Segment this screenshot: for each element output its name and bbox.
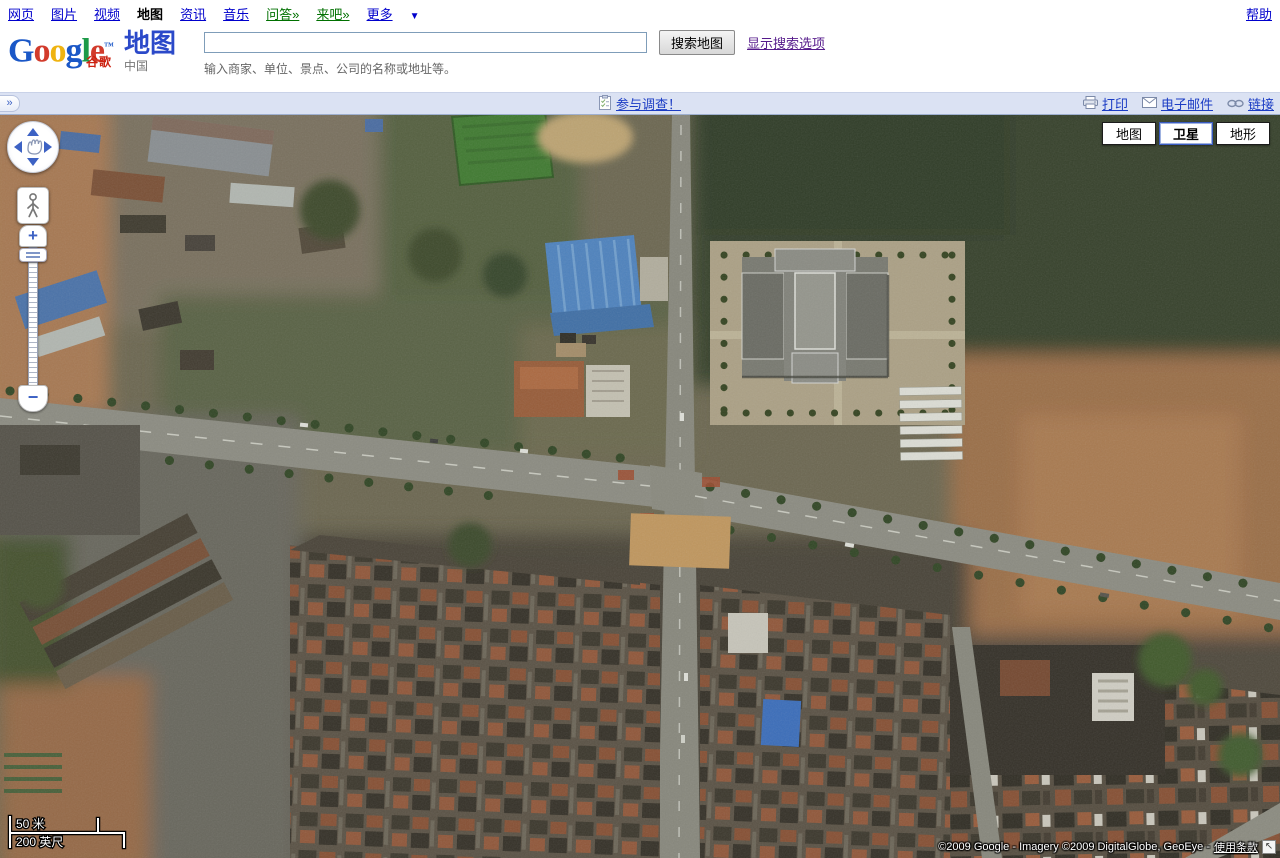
- search-input[interactable]: [204, 32, 647, 53]
- terms-of-use-link[interactable]: 使用条款: [1214, 839, 1258, 855]
- scale-imperial-label: 200 英尺: [16, 835, 63, 849]
- pan-control[interactable]: [7, 121, 59, 173]
- pan-up-arrow-icon: [27, 128, 39, 136]
- pan-down-arrow-icon: [27, 158, 39, 166]
- street-view-person-icon: [23, 192, 43, 220]
- pan-left-arrow-icon: [14, 141, 22, 153]
- zoom-out-button[interactable]: −: [18, 385, 48, 412]
- show-search-options-link[interactable]: 显示搜索选项: [747, 33, 825, 52]
- search-hint-text: 输入商家、单位、景点、公司的名称或地址等。: [204, 60, 825, 77]
- nav-link-news[interactable]: 资讯: [180, 4, 206, 23]
- map-type-switcher: 地图 卫星 地形: [1102, 122, 1270, 145]
- corner-arrow-icon[interactable]: ↖: [1262, 840, 1276, 854]
- map-viewport[interactable]: 地图 卫星 地形 + −: [0, 115, 1280, 858]
- zoom-in-button[interactable]: +: [19, 225, 47, 247]
- zoom-slider-thumb[interactable]: [19, 248, 47, 262]
- zoom-slider-track[interactable]: [28, 247, 38, 387]
- print-link[interactable]: 打印: [1083, 94, 1128, 113]
- copyright-text: ©2009 Google - Imagery ©2009 DigitalGlob…: [938, 841, 1210, 853]
- nav-link-web[interactable]: 网页: [8, 4, 34, 23]
- nav-link-laiba[interactable]: 来吧»: [316, 4, 349, 23]
- nav-link-more[interactable]: 更多: [367, 4, 393, 23]
- map-type-satellite-button[interactable]: 卫星: [1159, 122, 1213, 145]
- map-toolbar: » 参与调查！ 打印 电子邮件 链接: [0, 92, 1280, 115]
- map-type-terrain-button[interactable]: 地形: [1216, 122, 1270, 145]
- logo-cn-label: 谷歌: [86, 45, 112, 79]
- nav-link-music[interactable]: 音乐: [223, 4, 249, 23]
- nav-link-images[interactable]: 图片: [51, 4, 77, 23]
- pan-right-arrow-icon: [44, 141, 52, 153]
- header-search-area: Google™ 谷歌 地图 中国 搜索地图 显示搜索选项 输入商家、单位、景点、…: [0, 24, 1280, 92]
- nav-item-maps-current: 地图: [137, 4, 163, 23]
- scale-metric-label: 50 米: [16, 817, 45, 831]
- region-label: 中国: [124, 60, 176, 72]
- clipboard-icon: [599, 95, 611, 113]
- envelope-icon: [1142, 96, 1157, 111]
- chain-link-icon: [1227, 96, 1244, 111]
- nav-link-video[interactable]: 视频: [94, 4, 120, 23]
- nav-link-qa[interactable]: 问答»: [266, 4, 299, 23]
- link-link[interactable]: 链接: [1227, 94, 1274, 113]
- grab-hand-icon: [28, 140, 42, 154]
- satellite-imagery[interactable]: [0, 115, 1280, 858]
- google-logo: Google™ 谷歌: [8, 30, 114, 68]
- search-maps-button[interactable]: 搜索地图: [659, 30, 735, 55]
- help-link[interactable]: 帮助: [1246, 4, 1272, 23]
- product-title: 地图: [124, 30, 176, 56]
- google-maps-logo: Google™ 谷歌 地图 中国: [8, 30, 176, 72]
- chevron-down-icon[interactable]: ▼: [410, 11, 420, 22]
- scale-bar: 50 米 200 英尺: [2, 811, 152, 856]
- email-link[interactable]: 电子邮件: [1142, 94, 1213, 113]
- map-attribution: ©2009 Google - Imagery ©2009 DigitalGlob…: [938, 839, 1276, 855]
- top-nav: 网页 图片 视频 地图 资讯 音乐 问答» 来吧» 更多 ▼ 帮助: [0, 0, 1280, 24]
- printer-icon: [1083, 96, 1098, 112]
- survey-link[interactable]: 参与调查！: [616, 94, 681, 113]
- pegman-street-view-control[interactable]: [17, 187, 49, 224]
- map-type-map-button[interactable]: 地图: [1102, 122, 1156, 145]
